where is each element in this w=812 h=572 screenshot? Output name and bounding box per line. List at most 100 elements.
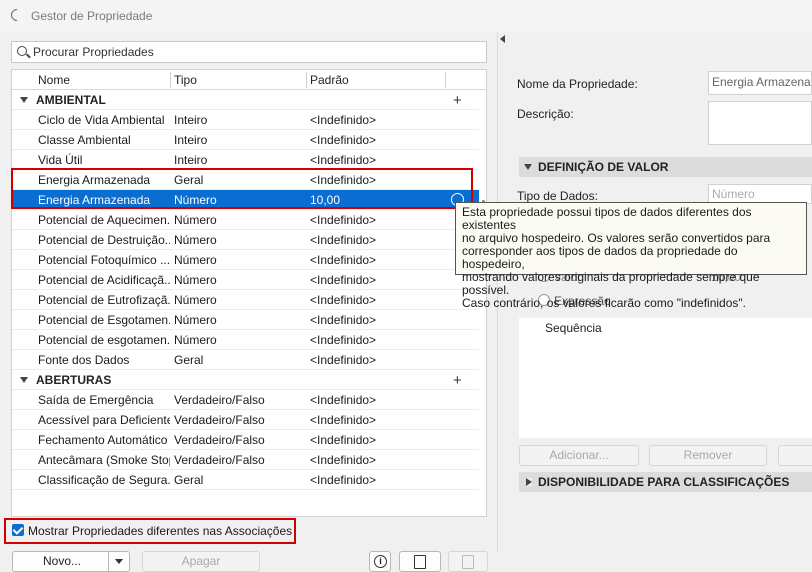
table-row[interactable]: Potencial de Eutrofizaçã... Número <Inde…: [12, 290, 479, 310]
property-name: Potencial de esgotamen...: [38, 333, 170, 347]
value-definition-section-header[interactable]: DEFINIÇÃO DE VALOR: [519, 157, 812, 177]
dropdown-arrow-icon[interactable]: [115, 559, 123, 564]
add-property-icon[interactable]: +: [453, 372, 462, 389]
property-table: Nome Tipo Padrão AMBIENTAL + Ciclo de Vi…: [11, 69, 487, 517]
table-row[interactable]: Potencial Fotoquímico ... Número <Indefi…: [12, 250, 479, 270]
property-type: Número: [174, 333, 217, 347]
table-row[interactable]: Potencial de Esgotamen... Número <Indefi…: [12, 310, 479, 330]
column-divider[interactable]: [170, 72, 171, 88]
property-type: Verdadeiro/Falso: [174, 453, 265, 467]
property-default: <Indefinido>: [310, 273, 377, 287]
info-icon: i: [374, 555, 387, 568]
description-field[interactable]: [708, 101, 812, 145]
collapse-arrow-icon: [524, 164, 532, 170]
new-button[interactable]: Novo...: [12, 551, 130, 572]
collapse-arrow-icon[interactable]: [20, 377, 28, 383]
highlight-box: [4, 518, 296, 544]
property-name: Classe Ambiental: [38, 133, 131, 147]
expand-arrow-icon: [526, 478, 532, 486]
sequence-list[interactable]: Sequência: [519, 318, 812, 438]
table-row[interactable]: Potencial de Acidificaçã... Número <Inde…: [12, 270, 479, 290]
property-name: Saída de Emergência: [38, 393, 154, 407]
group-row-ambiental[interactable]: AMBIENTAL +: [12, 90, 479, 110]
table-row[interactable]: Potencial de Destruição... Número <Indef…: [12, 230, 479, 250]
property-type: Número: [174, 293, 217, 307]
table-row[interactable]: Classificação de Segura... Geral <Indefi…: [12, 470, 479, 490]
collapse-panel-icon[interactable]: [500, 35, 505, 43]
property-type: Geral: [174, 353, 204, 367]
property-default: <Indefinido>: [310, 133, 377, 147]
data-type-mismatch-tooltip: Esta propriedade possui tipos de dados d…: [455, 202, 807, 310]
info-button[interactable]: i: [369, 551, 391, 572]
table-row[interactable]: Acessível para Deficientes Verdadeiro/Fa…: [12, 410, 479, 430]
property-default: <Indefinido>: [310, 253, 377, 267]
property-type: Inteiro: [174, 113, 208, 127]
collapse-arrow-icon[interactable]: [20, 97, 28, 103]
property-default: <Indefinido>: [310, 473, 377, 487]
data-type-select[interactable]: Número: [708, 184, 812, 204]
property-default: <Indefinido>: [310, 213, 377, 227]
highlight-box: [11, 168, 473, 209]
property-name: Fechamento Automático: [38, 433, 168, 447]
column-header-name[interactable]: Nome: [38, 73, 70, 87]
property-list-panel: Nome Tipo Padrão AMBIENTAL + Ciclo de Vi…: [0, 32, 497, 572]
section-title: DISPONIBILIDADE PARA CLASSIFICAÇÕES: [538, 475, 790, 489]
column-header-type[interactable]: Tipo: [174, 73, 197, 87]
property-name: Antecâmara (Smoke Stop): [38, 453, 170, 467]
property-name: Potencial de Eutrofizaçã...: [38, 293, 170, 307]
search-box[interactable]: [11, 41, 487, 63]
description-label: Descrição:: [517, 107, 574, 121]
property-name: Potencial de Acidificaçã...: [38, 273, 170, 287]
table-row[interactable]: Saída de Emergência Verdadeiro/Falso <In…: [12, 390, 479, 410]
property-type: Número: [174, 253, 217, 267]
export-icon: [462, 555, 474, 569]
table-row[interactable]: Potencial de Aquecimen... Número <Indefi…: [12, 210, 479, 230]
property-name-field[interactable]: Energia Armazenada: [708, 71, 812, 95]
table-row[interactable]: Fechamento Automático Verdadeiro/Falso <…: [12, 430, 479, 450]
property-type: Número: [174, 233, 217, 247]
property-name: Fonte dos Dados: [38, 353, 130, 367]
table-row[interactable]: Classe Ambiental Inteiro <Indefinido>: [12, 130, 479, 150]
property-name: Vida Útil: [38, 153, 83, 167]
property-name: Potencial Fotoquímico ...: [38, 253, 170, 267]
tooltip-line: Esta propriedade possui tipos de dados d…: [462, 205, 752, 232]
property-default: <Indefinido>: [310, 153, 377, 167]
property-default: <Indefinido>: [310, 353, 377, 367]
classification-availability-section-header[interactable]: DISPONIBILIDADE PARA CLASSIFICAÇÕES: [519, 472, 812, 492]
property-type: Número: [174, 213, 217, 227]
sequence-label: Sequência: [545, 321, 602, 335]
property-name: Potencial de Destruição...: [38, 233, 170, 247]
tooltip-line: corresponder aos tipos de dados da propr…: [462, 244, 738, 271]
more-button[interactable]: [778, 445, 812, 466]
table-row[interactable]: Potencial de esgotamen... Número <Indefi…: [12, 330, 479, 350]
section-title: DEFINIÇÃO DE VALOR: [538, 160, 669, 174]
table-row[interactable]: Vida Útil Inteiro <Indefinido>: [12, 150, 479, 170]
property-default: <Indefinido>: [310, 333, 377, 347]
delete-button[interactable]: Apagar: [142, 551, 260, 572]
table-row[interactable]: Antecâmara (Smoke Stop) Verdadeiro/Falso…: [12, 450, 479, 470]
search-icon: [17, 46, 27, 56]
property-default: <Indefinido>: [310, 433, 377, 447]
table-row[interactable]: Ciclo de Vida Ambiental Inteiro <Indefin…: [12, 110, 479, 130]
column-divider[interactable]: [306, 72, 307, 88]
group-row-aberturas[interactable]: ABERTURAS +: [12, 370, 479, 390]
property-type: Número: [174, 313, 217, 327]
column-header-default[interactable]: Padrão: [310, 73, 349, 87]
group-name: AMBIENTAL: [36, 93, 106, 107]
table-row[interactable]: Fonte dos Dados Geral <Indefinido>: [12, 350, 479, 370]
property-name: Ciclo de Vida Ambiental: [38, 113, 165, 127]
import-button[interactable]: [399, 551, 441, 572]
search-input[interactable]: [33, 44, 473, 60]
property-type: Inteiro: [174, 133, 208, 147]
add-button[interactable]: Adicionar...: [519, 445, 639, 466]
remove-button[interactable]: Remover: [649, 445, 767, 466]
add-property-icon[interactable]: +: [453, 92, 462, 109]
export-button[interactable]: [448, 551, 488, 572]
property-name: Acessível para Deficientes: [38, 413, 170, 427]
property-type: Verdadeiro/Falso: [174, 433, 265, 447]
property-type: Verdadeiro/Falso: [174, 393, 265, 407]
column-divider[interactable]: [445, 72, 446, 88]
property-name: Potencial de Aquecimen...: [38, 213, 170, 227]
data-type-label: Tipo de Dados:: [517, 189, 598, 203]
app-icon: [8, 6, 26, 24]
